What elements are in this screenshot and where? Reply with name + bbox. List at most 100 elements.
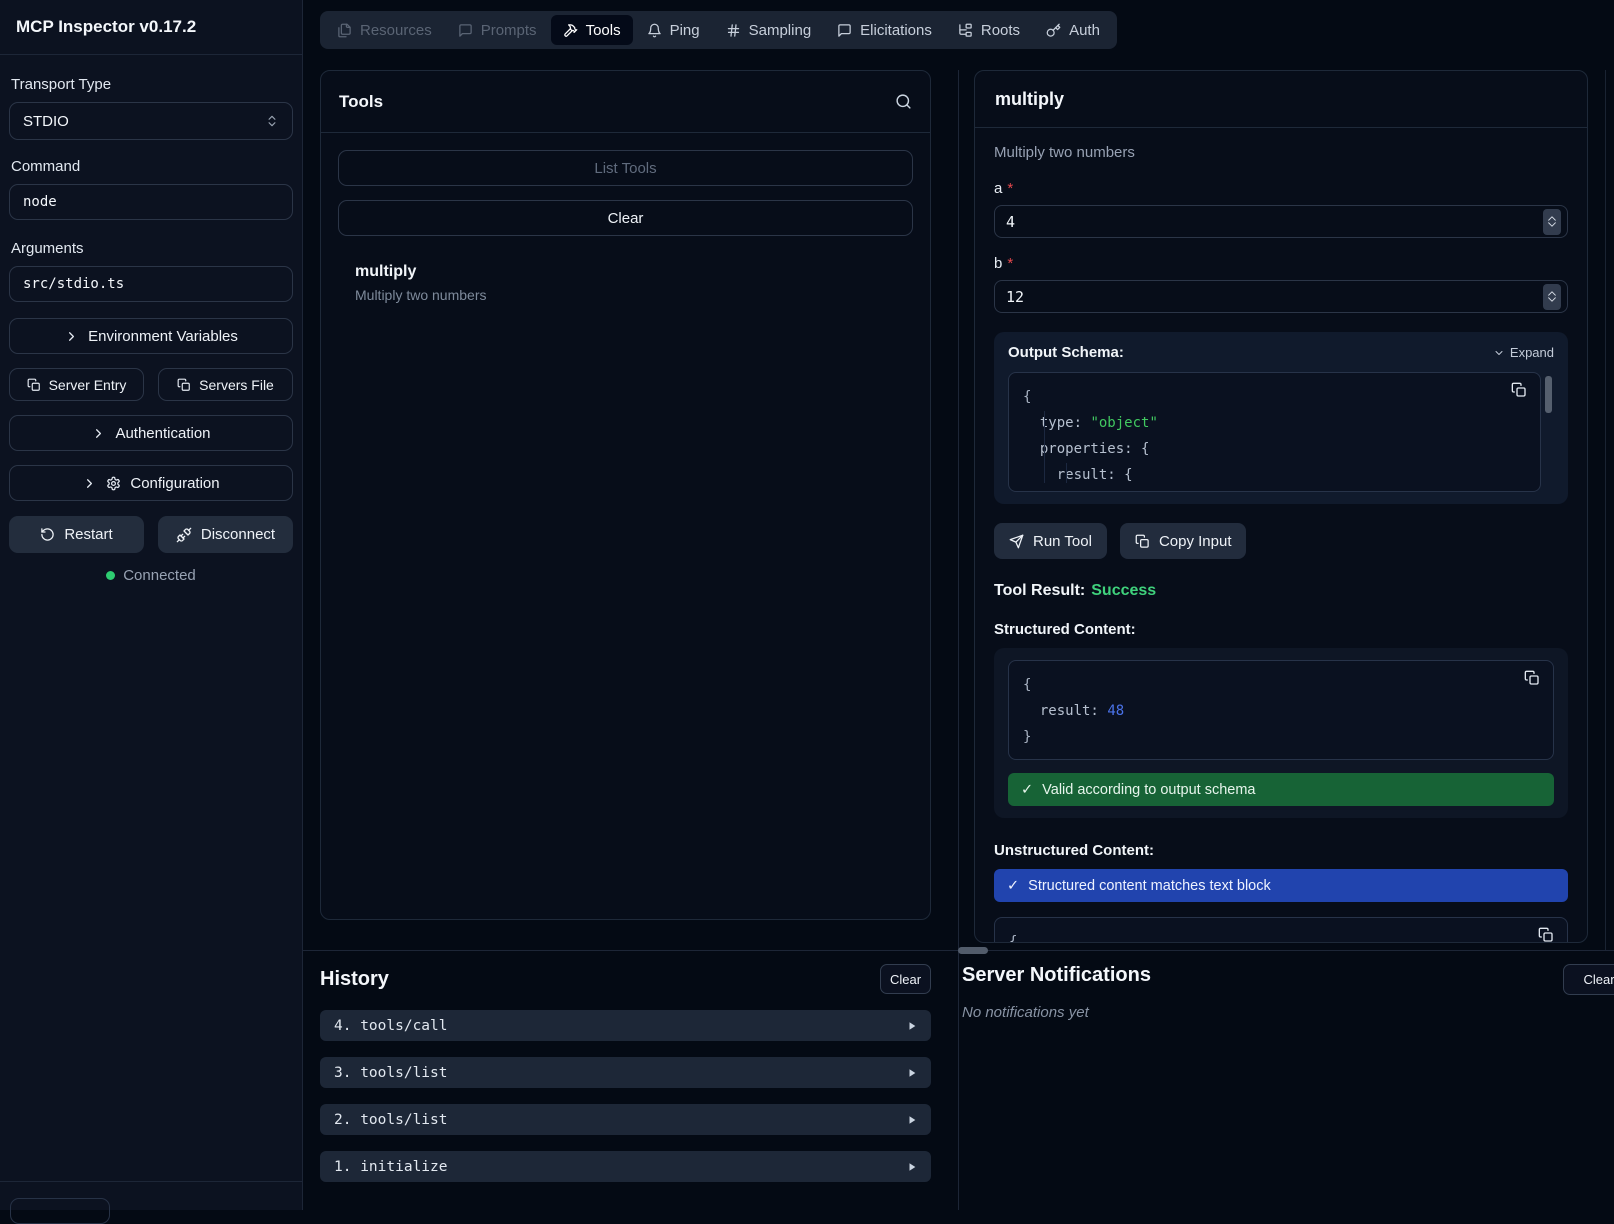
field-a-label: a* xyxy=(994,180,1568,197)
server-entry-label: Server Entry xyxy=(49,377,127,393)
tab-elicitations[interactable]: Elicitations xyxy=(825,15,944,45)
chevron-right-icon xyxy=(82,476,97,491)
field-b-label: b* xyxy=(994,255,1568,272)
copy-schema-button[interactable] xyxy=(1511,382,1527,398)
unstructured-content-label: Unstructured Content: xyxy=(994,842,1568,859)
clear-history-button[interactable]: Clear xyxy=(880,964,931,994)
expand-label: Expand xyxy=(1510,345,1554,360)
content-match-banner: ✓ Structured content matches text block xyxy=(994,869,1568,902)
servers-file-button[interactable]: Servers File xyxy=(158,368,293,401)
tools-panel-title: Tools xyxy=(339,92,383,112)
gear-icon xyxy=(106,476,121,491)
detail-description: Multiply two numbers xyxy=(994,144,1568,161)
field-b-stepper[interactable] xyxy=(1543,284,1561,310)
hash-icon xyxy=(726,23,741,38)
clear-notifications-button[interactable]: Clear xyxy=(1563,964,1614,995)
transport-type-select[interactable]: STDIO xyxy=(9,102,293,140)
detail-title: multiply xyxy=(975,71,1587,128)
history-item[interactable]: 2. tools/list xyxy=(320,1104,931,1135)
configuration-button[interactable]: Configuration xyxy=(9,465,293,501)
schema-scrollbar[interactable] xyxy=(1545,376,1552,413)
copy-unstructured-button[interactable] xyxy=(1538,927,1554,943)
notifications-empty-text: No notifications yet xyxy=(962,1004,1614,1021)
history-panel: History Clear 4. tools/call 3. tools/lis… xyxy=(320,950,931,1210)
arguments-label: Arguments xyxy=(11,240,293,257)
tab-elicitations-label: Elicitations xyxy=(860,22,932,39)
check-icon: ✓ xyxy=(1007,878,1019,894)
copy-icon xyxy=(177,378,191,392)
tool-list-item[interactable]: multiply Multiply two numbers xyxy=(338,263,913,303)
history-item[interactable]: 4. tools/call xyxy=(320,1010,931,1041)
clear-tools-button[interactable]: Clear xyxy=(338,200,913,236)
play-icon xyxy=(907,1162,917,1172)
message-square-icon xyxy=(837,23,852,38)
play-icon xyxy=(907,1021,917,1031)
arguments-input[interactable] xyxy=(23,276,279,292)
server-notifications-title: Server Notifications xyxy=(962,964,1151,987)
tab-auth-label: Auth xyxy=(1069,22,1100,39)
content-match-text: Structured content matches text block xyxy=(1028,878,1271,894)
tab-roots-label: Roots xyxy=(981,22,1020,39)
tab-roots[interactable]: Roots xyxy=(946,15,1032,45)
structured-content-code: { result: 48 } xyxy=(1008,660,1554,760)
environment-variables-button[interactable]: Environment Variables xyxy=(9,318,293,354)
server-notifications-panel: Server Notifications Clear No notificati… xyxy=(962,950,1614,1210)
right-scrollbar-track[interactable] xyxy=(1605,70,1606,950)
tab-sampling[interactable]: Sampling xyxy=(714,15,824,45)
output-schema-section: Output Schema: Expand { type: "object" p… xyxy=(994,332,1568,504)
message-square-icon xyxy=(458,23,473,38)
arguments-input-wrap xyxy=(9,266,293,302)
disconnect-button[interactable]: Disconnect xyxy=(158,516,293,553)
run-tool-button[interactable]: Run Tool xyxy=(994,523,1107,559)
tab-resources[interactable]: Resources xyxy=(325,15,444,45)
expand-toggle[interactable]: Expand xyxy=(1493,345,1554,360)
copy-input-label: Copy Input xyxy=(1159,533,1232,550)
tab-auth[interactable]: Auth xyxy=(1034,15,1112,45)
panel-separator-vertical[interactable] xyxy=(958,70,959,950)
copy-icon xyxy=(27,378,41,392)
tab-tools-label: Tools xyxy=(586,22,621,39)
field-a-stepper[interactable] xyxy=(1543,209,1561,235)
server-entry-button[interactable]: Server Entry xyxy=(9,368,144,401)
footer-button[interactable] xyxy=(10,1198,110,1224)
app-title: MCP Inspector v0.17.2 xyxy=(0,0,302,55)
schema-valid-text: Valid according to output schema xyxy=(1042,782,1255,798)
play-icon xyxy=(907,1115,917,1125)
copy-structured-button[interactable] xyxy=(1524,670,1540,686)
field-a-wrap xyxy=(994,205,1568,238)
chevron-right-icon xyxy=(64,329,79,344)
history-item-label: 2. tools/list xyxy=(334,1112,448,1128)
authentication-button[interactable]: Authentication xyxy=(9,415,293,451)
history-item-label: 4. tools/call xyxy=(334,1018,448,1034)
history-item[interactable]: 3. tools/list xyxy=(320,1057,931,1088)
tab-prompts-label: Prompts xyxy=(481,22,537,39)
command-label: Command xyxy=(11,158,293,175)
tab-prompts[interactable]: Prompts xyxy=(446,15,549,45)
transport-type-label: Transport Type xyxy=(11,76,293,93)
unstructured-content-code: { xyxy=(994,917,1568,943)
tab-ping-label: Ping xyxy=(670,22,700,39)
field-b-wrap xyxy=(994,280,1568,313)
tab-tools[interactable]: Tools xyxy=(551,15,633,45)
search-icon[interactable] xyxy=(895,93,912,110)
status-dot xyxy=(106,571,115,580)
structured-content-card: { result: 48 } ✓ Valid according to outp… xyxy=(994,648,1568,818)
tab-ping[interactable]: Ping xyxy=(635,15,712,45)
authentication-label: Authentication xyxy=(115,425,210,442)
copy-input-button[interactable]: Copy Input xyxy=(1120,523,1247,559)
list-tools-button[interactable]: List Tools xyxy=(338,150,913,186)
required-asterisk: * xyxy=(1007,255,1013,272)
connection-status: Connected xyxy=(9,567,293,584)
servers-file-label: Servers File xyxy=(199,377,274,393)
restart-button[interactable]: Restart xyxy=(9,516,144,553)
tab-resources-label: Resources xyxy=(360,22,432,39)
top-navbar: Resources Prompts Tools Ping Sampling El… xyxy=(320,11,1117,49)
send-icon xyxy=(1009,534,1024,549)
field-b-input[interactable] xyxy=(1006,288,1543,306)
files-icon xyxy=(337,23,352,38)
command-input[interactable] xyxy=(23,194,279,210)
copy-icon xyxy=(1135,534,1150,549)
configuration-label: Configuration xyxy=(130,475,219,492)
history-item[interactable]: 1. initialize xyxy=(320,1151,931,1182)
field-a-input[interactable] xyxy=(1006,213,1543,231)
